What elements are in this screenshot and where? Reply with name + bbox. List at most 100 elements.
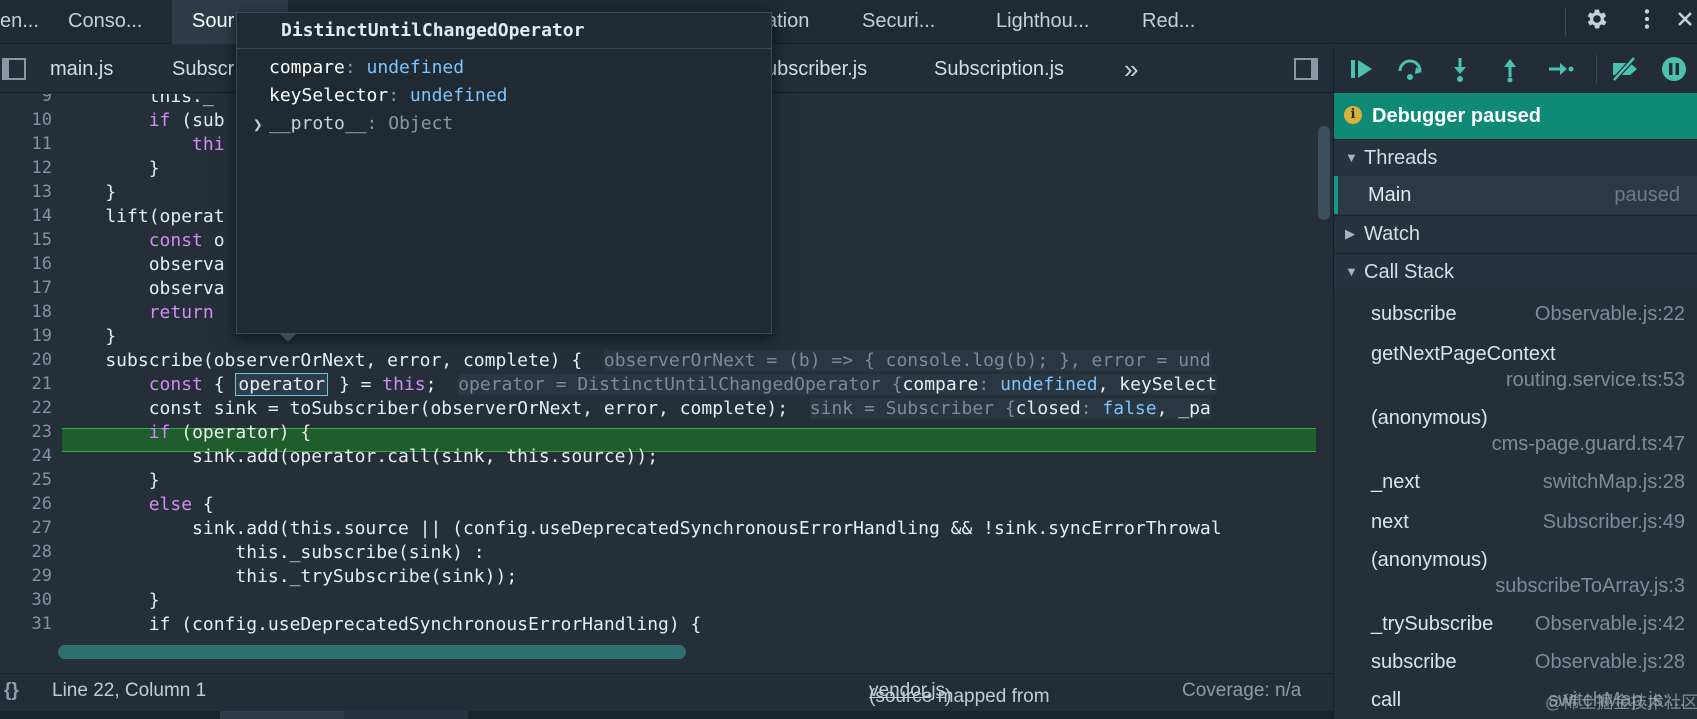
line-number: 25 — [31, 470, 52, 490]
inline-value: operator = DistinctUntilChangedOperator … — [458, 374, 1217, 395]
code-line: sink.add(operator.call(sink, this.source… — [62, 446, 659, 467]
line-number: 11 — [31, 134, 52, 154]
more-tabs-icon[interactable]: » — [1124, 45, 1138, 93]
expanded-triangle-icon: ▼ — [1345, 150, 1358, 165]
proto-row[interactable]: __proto__: Object — [269, 113, 453, 134]
debugger-sidebar: i Debugger paused ▼ Threads Main paused ▶… — [1333, 45, 1697, 719]
property-row[interactable]: compare: undefined — [269, 57, 464, 78]
resume-icon[interactable] — [1348, 55, 1376, 83]
threads-section-header[interactable]: ▼ Threads — [1334, 139, 1697, 175]
property-row[interactable]: keySelector: undefined — [269, 85, 507, 106]
watch-section-header[interactable]: ▶ Watch — [1334, 215, 1697, 251]
frame-function: next — [1371, 511, 1409, 533]
frame-function: _trySubscribe — [1371, 613, 1494, 635]
line-number: 19 — [31, 326, 52, 346]
close-devtools-icon[interactable] — [1672, 6, 1697, 36]
tab-elements[interactable]: en... — [0, 0, 38, 44]
file-tab-subscription-js[interactable]: Subscription.js — [934, 45, 1064, 93]
code-line: const o — [148, 230, 225, 251]
step-out-icon[interactable] — [1496, 55, 1524, 83]
thread-status: paused — [1614, 184, 1680, 206]
line-number: 21 — [31, 374, 52, 394]
cursor-position: Line 22, Column 1 — [52, 680, 207, 701]
paused-label: Debugger paused — [1372, 105, 1541, 127]
code-line: return — [148, 302, 214, 323]
watermark: @稀土掘金技术社区 — [1545, 693, 1697, 712]
file-tab-subscribe[interactable]: Subscr — [172, 45, 234, 93]
code-line: } — [62, 182, 117, 203]
code-line: const sink = toSubscriber(observerOrNext… — [62, 398, 1211, 419]
status-bar: {} Line 22, Column 1 (source mapped from… — [0, 673, 1333, 711]
line-number: 30 — [31, 590, 52, 610]
thread-name: Main — [1368, 184, 1412, 206]
hovered-token[interactable]: operator — [235, 373, 329, 396]
popover-title: DistinctUntilChangedOperator — [237, 13, 771, 49]
collapsed-triangle-icon: ▶ — [1345, 226, 1355, 241]
line-number: 9 — [41, 94, 52, 106]
code-line: } — [62, 590, 160, 611]
info-icon: i — [1344, 106, 1362, 124]
pretty-print-icon[interactable]: {} — [4, 680, 19, 702]
threads-label: Threads — [1364, 147, 1438, 169]
frame-function: call — [1371, 689, 1402, 711]
step-into-icon[interactable] — [1446, 55, 1474, 83]
line-number: 28 — [31, 542, 52, 562]
code-line: observa — [62, 278, 225, 299]
toggle-navigator-icon[interactable] — [2, 58, 26, 80]
toolbar-divider — [1565, 8, 1566, 36]
vertical-scrollbar-thumb[interactable] — [1318, 126, 1330, 220]
frame-location: routing.service.ts:53 — [1506, 369, 1685, 391]
expand-arrow-icon[interactable]: ❯ — [253, 115, 263, 134]
frame-location: Subscriber.js:49 — [1542, 511, 1685, 533]
code-line: this._ — [148, 94, 214, 107]
line-number: 24 — [31, 446, 52, 466]
tab-console[interactable]: Conso... — [68, 0, 164, 44]
line-number: 27 — [31, 518, 52, 538]
file-tab-main-js[interactable]: main.js — [50, 45, 113, 93]
popover-pointer — [280, 334, 296, 342]
debugger-toolbar — [1334, 45, 1697, 93]
gear-icon[interactable] — [1582, 6, 1612, 36]
toggle-debugger-icon[interactable] — [1294, 58, 1318, 80]
step-over-icon[interactable] — [1396, 55, 1424, 83]
frame-function: subscribe — [1371, 651, 1457, 673]
tab-application[interactable]: ation — [766, 0, 836, 44]
frame-location: Observable.js:22 — [1534, 303, 1685, 325]
code-line: if (config.useDeprecatedSynchronousError… — [62, 614, 702, 635]
tab-security[interactable]: Securi... — [862, 0, 962, 44]
code-line: lift(operat — [62, 206, 225, 227]
drawer-tab[interactable] — [344, 711, 468, 719]
line-number: 16 — [31, 254, 52, 274]
line-number: 15 — [31, 230, 52, 250]
object-preview-popover: DistinctUntilChangedOperator compare: un… — [236, 12, 772, 334]
frame-function: getNextPageContext — [1371, 343, 1556, 365]
inline-value: sink = Subscriber {closed: false, _pa — [809, 398, 1211, 419]
frame-location: cms-page.guard.ts:47 — [1491, 433, 1685, 455]
coverage-info: Coverage: n/a — [1182, 680, 1302, 701]
code-line: subscribe(observerOrNext, error, complet… — [62, 350, 1211, 371]
code-line: } — [62, 470, 160, 491]
file-tab-subscriber-js[interactable]: ubscriber.js — [766, 45, 867, 93]
tab-redux[interactable]: Red... — [1142, 0, 1212, 44]
horizontal-scrollbar-thumb[interactable] — [58, 645, 686, 659]
deactivate-breakpoints-icon[interactable] — [1610, 55, 1638, 83]
line-number: 29 — [31, 566, 52, 586]
frame-function: (anonymous) — [1371, 407, 1488, 429]
line-number: 20 — [31, 350, 52, 370]
callstack-label: Call Stack — [1364, 261, 1455, 283]
code-line-current: if (operator) { — [148, 422, 312, 443]
pause-on-exceptions-icon[interactable] — [1660, 55, 1688, 83]
callstack-section-header[interactable]: ▼ Call Stack — [1334, 253, 1697, 289]
line-number: 14 — [31, 206, 52, 226]
line-number: 22 — [31, 398, 52, 418]
frame-location: subscribeToArray.js:3 — [1495, 575, 1685, 597]
kebab-menu-icon[interactable] — [1632, 6, 1662, 36]
watch-label: Watch — [1364, 223, 1420, 245]
step-icon[interactable] — [1546, 55, 1574, 83]
thread-row-main[interactable]: Main paused — [1334, 176, 1697, 214]
frame-location: switchMap.js:28 — [1542, 471, 1685, 493]
line-number: 17 — [31, 278, 52, 298]
line-number: 10 — [31, 110, 52, 130]
tab-lighthouse[interactable]: Lighthou... — [996, 0, 1106, 44]
drawer-tab[interactable] — [220, 711, 344, 719]
